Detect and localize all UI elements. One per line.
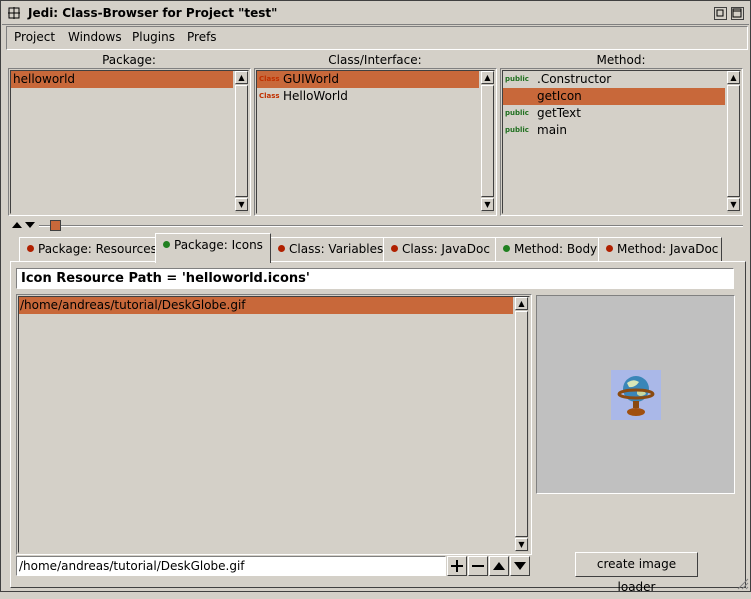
main-window: Jedi: Class-Browser for Project "test" P… xyxy=(0,0,751,594)
tab-label: Method: Body xyxy=(514,242,598,256)
menu-plugins[interactable]: Plugins xyxy=(132,30,175,44)
class-name: GUIWorld xyxy=(283,72,340,86)
create-image-loader-button[interactable]: create image loader xyxy=(575,552,698,594)
move-up-button[interactable] xyxy=(489,556,509,576)
tab-label: Package: Resources xyxy=(38,242,157,256)
status-dot-icon xyxy=(606,245,613,252)
method-name: getText xyxy=(537,106,581,120)
icon-file-scrollbar[interactable]: ▲ ▼ xyxy=(514,297,529,552)
tab-package-resources[interactable]: Package: Resources xyxy=(19,237,157,262)
splitter-arrows-icon[interactable] xyxy=(11,220,37,230)
splitter-handle[interactable] xyxy=(50,220,61,231)
method-tag: public xyxy=(505,109,529,117)
scroll-thumb[interactable] xyxy=(481,85,494,197)
method-name: .Constructor xyxy=(537,72,612,86)
tab-package-icons[interactable]: Package: Icons xyxy=(155,233,271,263)
scroll-down-icon[interactable]: ▼ xyxy=(481,198,494,211)
list-item[interactable]: public .Constructor xyxy=(503,71,725,88)
method-tag: public xyxy=(505,126,529,134)
resize-grip-icon[interactable] xyxy=(735,576,749,590)
scroll-up-icon[interactable]: ▲ xyxy=(515,297,528,310)
remove-button[interactable] xyxy=(468,556,488,576)
method-scrollbar[interactable]: ▲ ▼ xyxy=(726,71,740,213)
arrow-up-icon xyxy=(493,562,505,570)
list-item[interactable]: getIcon xyxy=(503,88,725,105)
minimize-icon xyxy=(716,9,724,17)
menu-prefs[interactable]: Prefs xyxy=(187,30,217,44)
scroll-down-icon[interactable]: ▼ xyxy=(515,538,528,551)
plus-icon xyxy=(451,560,463,572)
scroll-down-icon[interactable]: ▼ xyxy=(727,198,740,211)
scroll-up-icon[interactable]: ▲ xyxy=(727,71,740,84)
scroll-up-icon[interactable]: ▲ xyxy=(235,71,248,84)
status-dot-icon xyxy=(27,245,34,252)
scroll-thumb[interactable] xyxy=(515,311,528,537)
class-column-label: Class/Interface: xyxy=(328,53,422,67)
globe-icon xyxy=(611,370,661,420)
scroll-thumb[interactable] xyxy=(235,85,248,197)
list-item[interactable]: /home/andreas/tutorial/DeskGlobe.gif xyxy=(19,297,513,314)
list-item[interactable]: public main xyxy=(503,122,725,139)
title-bar[interactable]: Jedi: Class-Browser for Project "test" xyxy=(2,2,749,25)
class-tag: Class xyxy=(259,92,280,100)
icon-file-list[interactable]: /home/andreas/tutorial/DeskGlobe.gif ▲ ▼ xyxy=(16,294,532,555)
scroll-down-icon[interactable]: ▼ xyxy=(235,198,248,211)
minus-icon xyxy=(472,565,484,567)
tab-method-body[interactable]: Method: Body xyxy=(495,237,599,262)
method-name: getIcon xyxy=(537,89,582,103)
add-button[interactable] xyxy=(447,556,467,576)
window-title: Jedi: Class-Browser for Project "test" xyxy=(28,6,278,20)
tab-class-variables[interactable]: Class: Variables xyxy=(270,237,384,262)
package-name: helloworld xyxy=(13,72,76,86)
menu-project[interactable]: Project xyxy=(14,30,55,44)
icon-resource-header: Icon Resource Path = 'helloworld.icons' xyxy=(16,268,734,289)
list-item[interactable]: helloworld xyxy=(11,71,233,88)
maximize-button[interactable] xyxy=(731,7,744,20)
method-list[interactable]: public .Constructor getIcon public getTe… xyxy=(500,68,743,216)
scroll-thumb[interactable] xyxy=(727,85,740,197)
tab-label: Class: JavaDoc xyxy=(402,242,490,256)
tab-class-javadoc[interactable]: Class: JavaDoc xyxy=(383,237,496,262)
icon-path-input[interactable]: /home/andreas/tutorial/DeskGlobe.gif xyxy=(16,556,446,576)
status-dot-icon xyxy=(503,245,510,252)
list-item[interactable]: Class GUIWorld xyxy=(257,71,479,88)
scroll-up-icon[interactable]: ▲ xyxy=(481,71,494,84)
arrow-down-icon xyxy=(514,562,526,570)
method-column-label: Method: xyxy=(596,53,646,67)
splitter-line-highlight xyxy=(39,226,743,227)
icon-resource-path: Icon Resource Path = 'helloworld.icons' xyxy=(21,271,310,286)
list-item[interactable]: Class HelloWorld xyxy=(257,88,479,105)
tab-label: Method: JavaDoc xyxy=(617,242,719,256)
move-down-button[interactable] xyxy=(510,556,530,576)
class-name: HelloWorld xyxy=(283,89,348,103)
method-name: main xyxy=(537,123,567,137)
class-tag: Class xyxy=(259,75,280,83)
maximize-icon xyxy=(732,8,742,18)
package-scrollbar[interactable]: ▲ ▼ xyxy=(234,71,248,213)
status-dot-icon xyxy=(278,245,285,252)
package-column-label: Package: xyxy=(102,53,156,67)
package-list[interactable]: helloworld ▲ ▼ xyxy=(8,68,251,216)
status-dot-icon xyxy=(391,245,398,252)
list-item[interactable]: public getText xyxy=(503,105,725,122)
icon-preview xyxy=(536,295,735,494)
window-menu-icon[interactable] xyxy=(8,7,20,19)
tab-method-javadoc[interactable]: Method: JavaDoc xyxy=(598,237,722,262)
class-scrollbar[interactable]: ▲ ▼ xyxy=(480,71,494,213)
minimize-button[interactable] xyxy=(714,7,727,20)
menu-bar: Project Windows Plugins Prefs xyxy=(6,26,748,50)
icon-path-value: /home/andreas/tutorial/DeskGlobe.gif xyxy=(19,559,245,573)
menu-windows[interactable]: Windows xyxy=(68,30,122,44)
status-dot-icon xyxy=(163,241,170,248)
tab-label: Class: Variables xyxy=(289,242,384,256)
tab-label: Package: Icons xyxy=(174,238,263,252)
class-list[interactable]: Class GUIWorld Class HelloWorld ▲ ▼ xyxy=(254,68,497,216)
method-tag: public xyxy=(505,75,529,83)
icon-file-path: /home/andreas/tutorial/DeskGlobe.gif xyxy=(20,298,246,312)
